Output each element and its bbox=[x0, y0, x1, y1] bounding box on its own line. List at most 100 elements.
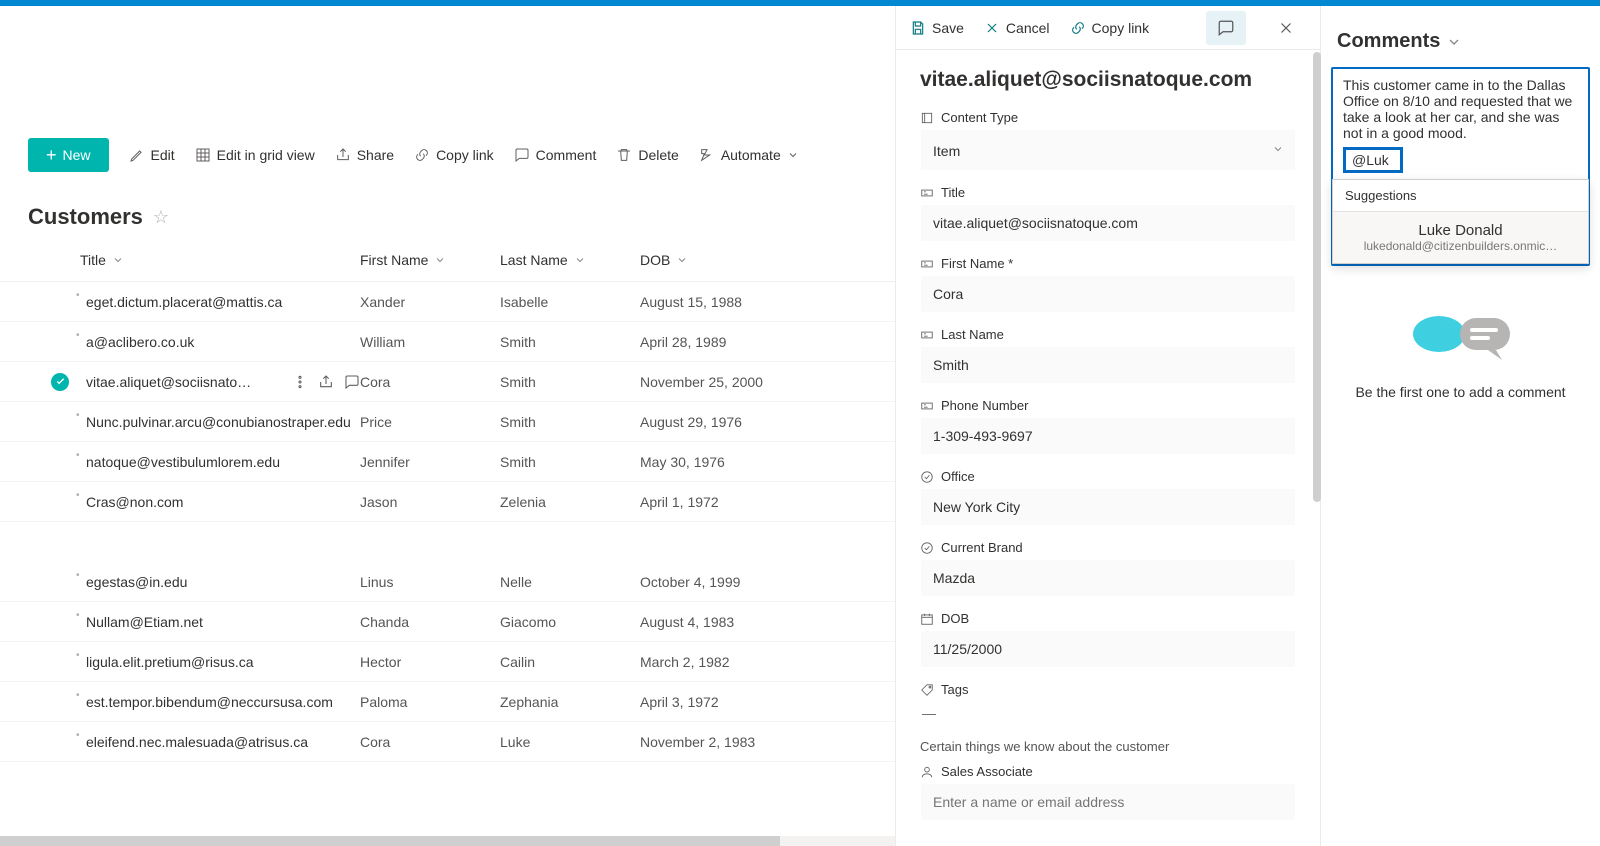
field-brand: Current Brand bbox=[920, 540, 1296, 597]
comment-editor[interactable]: This customer came in to the Dallas Offi… bbox=[1331, 67, 1590, 266]
horizontal-scrollbar[interactable] bbox=[0, 836, 895, 846]
row-dob-cell: April 28, 1989 bbox=[640, 334, 867, 350]
table-row[interactable]: a@aclibero.co.ukWilliamSmithApril 28, 19… bbox=[0, 322, 895, 362]
choice-icon bbox=[920, 470, 934, 484]
content-type-select[interactable]: Item bbox=[920, 129, 1296, 171]
tags-value[interactable]: — bbox=[920, 701, 1296, 725]
copy-link-label: Copy link bbox=[436, 147, 494, 163]
table-row[interactable]: eleifend.nec.malesuada@atrisus.caCoraLuk… bbox=[0, 722, 895, 762]
row-title-cell[interactable]: ligula.elit.pretium@risus.ca bbox=[80, 654, 360, 670]
comments-empty-state: Be the first one to add a comment bbox=[1321, 266, 1600, 400]
field-first-name: First Name * bbox=[920, 256, 1296, 313]
chevron-down-icon bbox=[787, 149, 799, 161]
close-pane-button[interactable] bbox=[1266, 11, 1306, 45]
row-title-cell[interactable]: Nullam@Etiam.net bbox=[80, 614, 360, 630]
mention-suggestions: Suggestions Luke Donald lukedonald@citiz… bbox=[1332, 179, 1589, 264]
row-title-cell[interactable]: natoque@vestibulumlorem.edu bbox=[80, 454, 360, 470]
chevron-down-icon bbox=[1446, 34, 1462, 50]
cancel-button[interactable]: Cancel bbox=[984, 20, 1050, 36]
col-fn-label: First Name bbox=[360, 252, 428, 268]
table-row[interactable]: est.tempor.bibendum@neccursusa.comPaloma… bbox=[0, 682, 895, 722]
share-button[interactable]: Share bbox=[335, 147, 394, 163]
row-title-cell[interactable]: eleifend.nec.malesuada@atrisus.ca bbox=[80, 734, 360, 750]
row-dob-cell: April 3, 1972 bbox=[640, 694, 867, 710]
mention-input[interactable]: @Luk bbox=[1343, 147, 1403, 173]
table-row[interactable]: Cras@non.comJasonZeleniaApril 1, 1972 bbox=[0, 482, 895, 522]
edit-grid-button[interactable]: Edit in grid view bbox=[195, 147, 315, 163]
share-icon bbox=[335, 147, 351, 163]
table-row[interactable]: Nullam@Etiam.netChandaGiacomoAugust 4, 1… bbox=[0, 602, 895, 642]
new-button-label: New bbox=[63, 147, 91, 163]
table-row[interactable]: ligula.elit.pretium@risus.caHectorCailin… bbox=[0, 642, 895, 682]
table-row[interactable]: natoque@vestibulumlorem.eduJenniferSmith… bbox=[0, 442, 895, 482]
more-vertical-icon[interactable] bbox=[292, 374, 308, 390]
row-title-cell[interactable]: egestas@in.edu bbox=[80, 574, 360, 590]
row-last-name-cell: Smith bbox=[500, 374, 640, 390]
comments-empty-icon bbox=[1406, 306, 1516, 366]
field-sales-associate: Sales Associate bbox=[920, 764, 1296, 821]
row-title-cell[interactable]: vitae.aliquet@sociisnato… bbox=[80, 374, 360, 390]
row-title-cell[interactable]: est.tempor.bibendum@neccursusa.com bbox=[80, 694, 360, 710]
first-name-input[interactable] bbox=[920, 275, 1296, 313]
sales-associate-input[interactable] bbox=[920, 783, 1296, 821]
comment-button[interactable]: Comment bbox=[514, 147, 597, 163]
title-label: Title bbox=[941, 185, 965, 200]
delete-button[interactable]: Delete bbox=[616, 147, 678, 163]
table-row[interactable]: vitae.aliquet@sociisnato…CoraSmithNovemb… bbox=[0, 362, 895, 402]
window-chrome-tab bbox=[0, 6, 895, 44]
grid-icon bbox=[195, 147, 211, 163]
last-name-input[interactable] bbox=[920, 346, 1296, 384]
automate-button[interactable]: Automate bbox=[699, 147, 799, 163]
save-button[interactable]: Save bbox=[910, 20, 964, 36]
row-last-name-cell: Zephania bbox=[500, 694, 640, 710]
suggestion-item[interactable]: Luke Donald lukedonald@citizenbuilders.o… bbox=[1333, 211, 1588, 263]
title-input[interactable] bbox=[920, 204, 1296, 242]
edit-button[interactable]: Edit bbox=[129, 147, 175, 163]
col-ln-label: Last Name bbox=[500, 252, 568, 268]
row-title-cell[interactable]: Cras@non.com bbox=[80, 494, 360, 510]
comments-toggle-button[interactable] bbox=[1206, 11, 1246, 45]
comment-icon bbox=[514, 147, 530, 163]
dob-input[interactable] bbox=[920, 630, 1296, 668]
table-row[interactable]: Nunc.pulvinar.arcu@conubianostraper.eduP… bbox=[0, 402, 895, 442]
field-title: Title bbox=[920, 185, 1296, 242]
link-icon bbox=[414, 147, 430, 163]
share-icon[interactable] bbox=[318, 374, 334, 390]
row-title-cell[interactable]: Nunc.pulvinar.arcu@conubianostraper.edu bbox=[80, 414, 360, 430]
col-title-label: Title bbox=[80, 252, 106, 268]
comments-heading[interactable]: Comments bbox=[1321, 6, 1600, 67]
row-last-name-cell: Luke bbox=[500, 734, 640, 750]
office-input[interactable] bbox=[920, 488, 1296, 526]
office-label: Office bbox=[941, 469, 975, 484]
phone-input[interactable] bbox=[920, 417, 1296, 455]
save-icon bbox=[910, 20, 926, 36]
brand-label: Current Brand bbox=[941, 540, 1023, 555]
field-office: Office bbox=[920, 469, 1296, 526]
row-dob-cell: August 29, 1976 bbox=[640, 414, 867, 430]
column-header-title[interactable]: Title bbox=[80, 252, 360, 268]
column-header-first-name[interactable]: First Name bbox=[360, 252, 500, 268]
column-header-dob[interactable]: DOB bbox=[640, 252, 867, 268]
brand-input[interactable] bbox=[920, 559, 1296, 597]
table-row[interactable]: egestas@in.eduLinusNelleOctober 4, 1999 bbox=[0, 562, 895, 602]
text-field-icon bbox=[920, 257, 934, 271]
row-title-cell[interactable]: a@aclibero.co.uk bbox=[80, 334, 360, 350]
row-title-text: eleifend.nec.malesuada@atrisus.ca bbox=[86, 734, 308, 750]
comment-icon[interactable] bbox=[344, 374, 360, 390]
favorite-star-icon[interactable]: ☆ bbox=[153, 207, 169, 228]
row-first-name-cell: Price bbox=[360, 414, 500, 430]
cancel-label: Cancel bbox=[1006, 20, 1050, 36]
comment-label: Comment bbox=[536, 147, 597, 163]
row-title-cell[interactable]: eget.dictum.placerat@mattis.ca bbox=[80, 294, 360, 310]
column-header-last-name[interactable]: Last Name bbox=[500, 252, 640, 268]
row-first-name-cell: William bbox=[360, 334, 500, 350]
new-button[interactable]: + New bbox=[28, 138, 109, 172]
copy-link-label: Copy link bbox=[1092, 20, 1150, 36]
pane-scrollbar[interactable] bbox=[1313, 52, 1321, 502]
table-row[interactable]: eget.dictum.placerat@mattis.caXanderIsab… bbox=[0, 282, 895, 322]
copy-link-button[interactable]: Copy link bbox=[414, 147, 494, 163]
copy-link-pane-button[interactable]: Copy link bbox=[1070, 20, 1150, 36]
suggestions-label: Suggestions bbox=[1333, 180, 1588, 211]
comments-empty-text: Be the first one to add a comment bbox=[1341, 384, 1580, 400]
link-icon bbox=[1070, 20, 1086, 36]
